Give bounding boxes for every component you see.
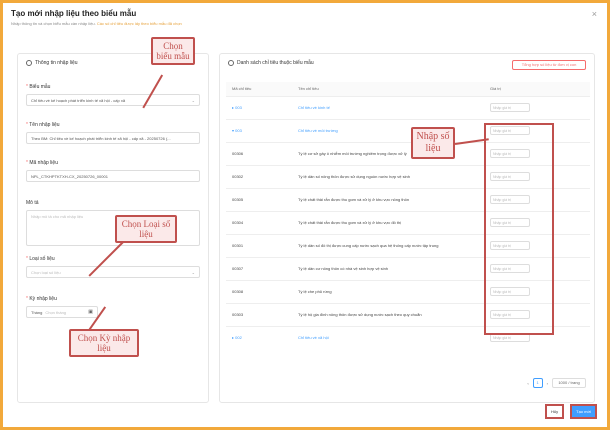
row-name: Chỉ tiêu về xã hội — [292, 325, 484, 349]
pagination: ‹ 1 › 1000 / trang — [527, 378, 586, 388]
form-select[interactable]: Chỉ tiêu về kế hoạch phát triển kinh tế … — [26, 94, 200, 106]
list-icon — [228, 60, 234, 66]
row-value-cell: Nhập giá trị — [484, 95, 590, 119]
info-icon — [26, 60, 32, 66]
info-heading-text: Thông tin nhập liệu — [35, 60, 78, 66]
create-button[interactable]: Tạo mới — [570, 404, 597, 419]
period-unit: Tháng — [31, 310, 43, 315]
row-code: 00308 — [226, 279, 292, 303]
indicator-heading-text: Danh sách chỉ tiêu thuộc biểu mẫu — [237, 60, 314, 66]
info-card-heading: Thông tin nhập liệu — [26, 60, 78, 66]
row-code: 00304 — [226, 210, 292, 234]
close-icon[interactable]: × — [592, 9, 597, 19]
row-name: Tỷ lệ hộ gia đình nông thôn được sử dụng… — [292, 302, 484, 326]
note-nhap-so-lieu: Nhập số liệu — [411, 127, 455, 159]
name-label: * Tên nhập liệu — [26, 122, 60, 128]
col-name: Tên chỉ tiêu — [292, 82, 484, 96]
modal-subtitle: Nhập thông tin và chọn biểu mẫu cần nhập… — [11, 21, 182, 26]
value-highlight-box — [484, 123, 554, 335]
row-code: 00307 — [226, 256, 292, 280]
col-value: Giá trị — [484, 82, 590, 96]
row-code[interactable]: ▸ 002 — [226, 325, 292, 349]
row-name: Tỷ lệ che phủ rừng — [292, 279, 484, 303]
value-input[interactable]: Nhập giá trị — [490, 103, 530, 112]
note-chon-ky: Chọn Kỳ nhập liệu — [69, 329, 139, 357]
type-select[interactable]: Chọn loại số liệu ⌄ — [26, 266, 200, 278]
code-label: * Mã nhập liệu — [26, 160, 58, 166]
row-code[interactable]: ▾ 003 — [226, 118, 292, 142]
sync-button[interactable]: Tổng hợp số liệu từ đơn vị con — [512, 60, 586, 70]
note-chon-bieu-mau: Chọn biểu mẫu — [151, 37, 195, 65]
period-placeholder: Chọn tháng — [45, 310, 67, 315]
code-input[interactable]: NPL_CTKHPTKTXH-CX_20250726_00001 — [26, 170, 200, 182]
prev-icon[interactable]: ‹ — [527, 381, 528, 386]
row-code: 00301 — [226, 233, 292, 257]
cancel-button[interactable]: Hủy — [545, 404, 565, 419]
row-code: 00306 — [226, 141, 292, 165]
subtitle-text: Nhập thông tin và chọn biểu mẫu cần nhập… — [11, 21, 96, 26]
row-name: Tỷ lệ chất thải rắn được thu gom và xử l… — [292, 210, 484, 234]
page-1[interactable]: 1 — [532, 378, 543, 388]
chevron-down-icon: ⌄ — [191, 98, 195, 103]
type-label: * Loại số liệu — [26, 256, 55, 262]
row-code: 00303 — [226, 302, 292, 326]
row-name: Tỷ lệ dân số đô thị được cung cấp nước s… — [292, 233, 484, 257]
row-code: 00302 — [226, 164, 292, 188]
subtitle-hint: Các số chỉ tiêu được lấy theo biểu mẫu đ… — [96, 21, 182, 26]
row-name: Tỷ lệ dân số nông thôn được sử dụng nguồ… — [292, 164, 484, 188]
row-name: Chỉ tiêu về kinh tế — [292, 95, 484, 119]
calendar-icon: ▣ — [88, 309, 93, 315]
row-code: 00305 — [226, 187, 292, 211]
table-header: Mã chỉ tiêu Tên chỉ tiêu Giá trị — [226, 82, 590, 96]
page-size-select[interactable]: 1000 / trang — [552, 378, 586, 388]
modal-title: Tạo mới nhập liệu theo biểu mẫu — [11, 9, 137, 18]
row-name: Chỉ tiêu về môi trường — [292, 118, 484, 142]
table-row: ▸ 003 Chỉ tiêu về kinh tế Nhập giá trị — [226, 95, 590, 119]
col-code: Mã chỉ tiêu — [226, 82, 292, 96]
period-picker[interactable]: Tháng Chọn tháng ▣ — [26, 306, 98, 318]
row-name: Tỷ lệ cơ sở gây ô nhiễm môi trường nghiê… — [292, 141, 484, 165]
form-label: * Biểu mẫu — [26, 84, 51, 90]
desc-label: Mô tả — [26, 200, 39, 206]
next-icon[interactable]: › — [547, 381, 548, 386]
period-label: * Kỳ nhập liệu — [26, 296, 57, 302]
name-input[interactable]: Theo BM: Chỉ tiêu về kế hoạch phát triển… — [26, 132, 200, 144]
row-name: Tỷ lệ dân cư nông thôn có nhà vệ sinh hợ… — [292, 256, 484, 280]
chevron-down-icon: ⌄ — [191, 270, 195, 275]
footer-buttons: Hủy Tạo mới — [545, 404, 597, 419]
row-code[interactable]: ▸ 003 — [226, 95, 292, 119]
row-name: Tỷ lệ chất thải rắn được thu gom và xử l… — [292, 187, 484, 211]
modal-frame: Tạo mới nhập liệu theo biểu mẫu Nhập thô… — [0, 0, 610, 430]
note-chon-loai: Chọn Loại số liệu — [115, 215, 177, 243]
indicator-card-heading: Danh sách chỉ tiêu thuộc biểu mẫu — [228, 60, 314, 66]
